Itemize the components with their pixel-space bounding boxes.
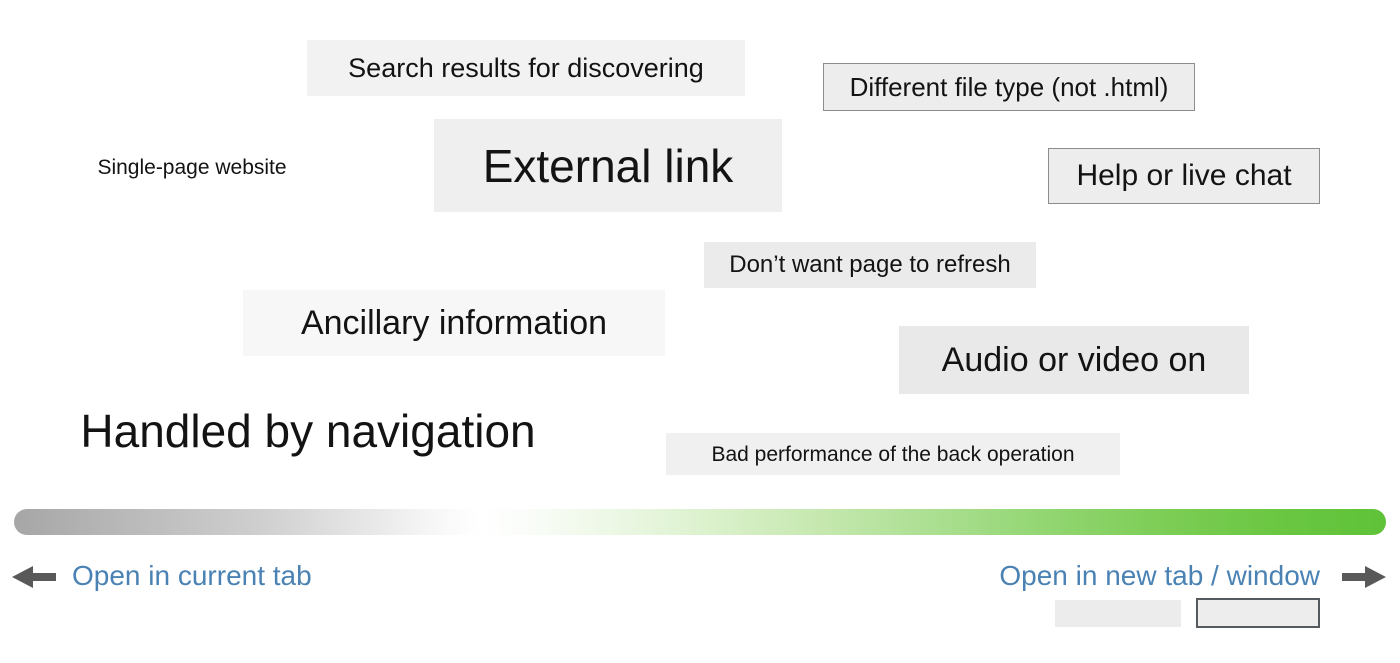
- arrow-right-icon: [1340, 564, 1386, 590]
- word-cloud-canvas: Search results for discovering Different …: [0, 0, 1400, 663]
- chip-help-or-live-chat: Help or live chat: [1048, 148, 1320, 204]
- axis-label-open-in-current-tab: Open in current tab: [72, 560, 312, 591]
- axis-label-open-in-new-tab: Open in new tab / window: [999, 560, 1320, 591]
- empty-box-outlined: [1196, 598, 1320, 628]
- chip-ancillary-information: Ancillary information: [243, 290, 665, 356]
- chip-search-results: Search results for discovering: [307, 40, 745, 96]
- chip-single-page-website: Single-page website: [97, 155, 287, 179]
- chip-bad-performance: Bad performance of the back operation: [666, 433, 1120, 475]
- empty-box-plain: [1055, 600, 1181, 627]
- arrow-left-icon: [12, 564, 58, 590]
- chip-external-link: External link: [434, 119, 782, 212]
- chip-dont-want-refresh: Don’t want page to refresh: [704, 242, 1036, 288]
- spectrum-gradient-bar: [14, 509, 1386, 535]
- chip-different-file-type: Different file type (not .html): [823, 63, 1195, 111]
- chip-audio-or-video-on: Audio or video on: [899, 326, 1249, 394]
- chip-handled-by-navigation: Handled by navigation: [80, 405, 536, 457]
